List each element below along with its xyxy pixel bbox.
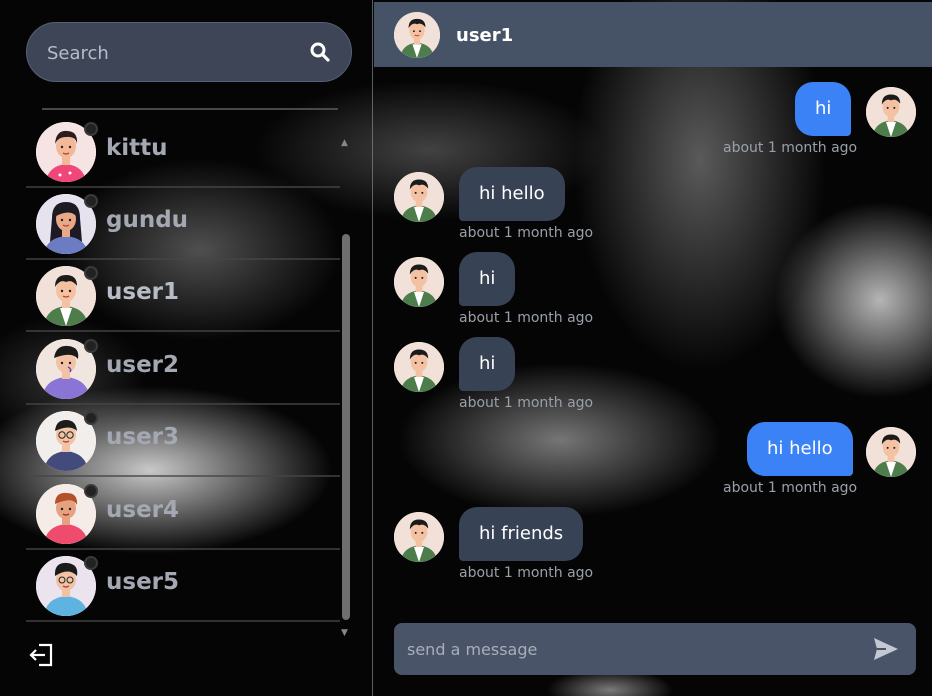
boy-green-avatar-icon [394,257,444,307]
boy-green-avatar-icon [394,342,444,392]
scroll-down-arrow-icon[interactable]: ▼ [341,628,348,638]
message-bubble-incoming: hi [459,337,516,391]
status-dot [84,122,98,136]
message-avatar [394,172,444,222]
message-timestamp: about 1 month ago [723,140,858,156]
status-dot [84,194,98,208]
message-timestamp: about 1 month ago [459,565,594,581]
contact-item-user3[interactable]: user3 [26,405,340,477]
contact-name: user5 [106,569,180,595]
message-avatar [866,87,916,137]
message-bubble-incoming: hi [459,252,516,306]
contact-item-user4[interactable]: user4 [26,478,340,550]
scroll-thumb[interactable] [342,234,350,620]
contact-item-kittu[interactable]: kittu [26,122,340,188]
message-avatar [394,512,444,562]
contact-item-user1[interactable]: user1 [26,260,340,332]
avatar [36,266,98,326]
message-timestamp: about 1 month ago [459,395,594,411]
logout-button[interactable] [28,641,56,669]
message-input[interactable] [407,637,847,661]
send-icon [874,638,898,660]
boy-green-avatar-icon [866,427,916,477]
contact-name: kittu [106,135,168,161]
message-avatar [866,427,916,477]
chat-header-name: user1 [456,25,514,46]
message-timestamp: about 1 month ago [459,225,594,241]
search-icon [310,42,330,62]
status-dot [84,484,98,498]
send-button[interactable] [872,636,900,662]
status-dot [84,266,98,280]
avatar [36,339,98,399]
boy-green-avatar-icon [394,512,444,562]
status-dot [84,556,98,570]
boy-green-avatar-icon [866,87,916,137]
contact-name: user3 [106,424,180,450]
search-bar [26,22,352,82]
avatar [36,484,98,544]
contact-item-gundu[interactable]: gundu [26,188,340,260]
contact-name: gundu [106,207,189,233]
contact-list-scrollbar[interactable]: ▲ ▼ [340,138,350,638]
contact-name: user4 [106,497,180,523]
status-dot [84,411,98,425]
message-avatar [394,257,444,307]
contact-name: user1 [106,279,180,305]
message-timestamp: about 1 month ago [723,480,858,496]
avatar [394,12,440,58]
contact-list: kittu gundu user1 user2 user3 user4 user… [26,122,340,630]
message-bubble-incoming: hi hello [459,167,565,221]
avatar [36,194,98,254]
message-composer [394,623,916,675]
message-timestamp: about 1 month ago [459,310,594,326]
message-bubble-incoming: hi friends [459,507,584,561]
message-bubble-outgoing: hi [795,82,852,136]
status-dot [84,339,98,353]
chat-header: user1 [374,2,932,67]
contact-item-user2[interactable]: user2 [26,333,340,405]
search-input[interactable] [47,40,297,66]
avatar [36,556,98,616]
contact-name: user2 [106,352,180,378]
search-button[interactable] [289,23,351,81]
boy-green-avatar-icon [394,172,444,222]
avatar [36,122,98,182]
sidebar: kittu gundu [0,0,373,696]
logout-icon [29,643,53,667]
message-bubble-outgoing: hi hello [747,422,853,476]
boy-green-avatar-icon [394,12,440,58]
avatar [36,411,98,471]
contact-item-user5[interactable]: user5 [26,550,340,622]
message-avatar [394,342,444,392]
scroll-up-arrow-icon[interactable]: ▲ [341,138,348,148]
sidebar-divider [42,108,338,110]
